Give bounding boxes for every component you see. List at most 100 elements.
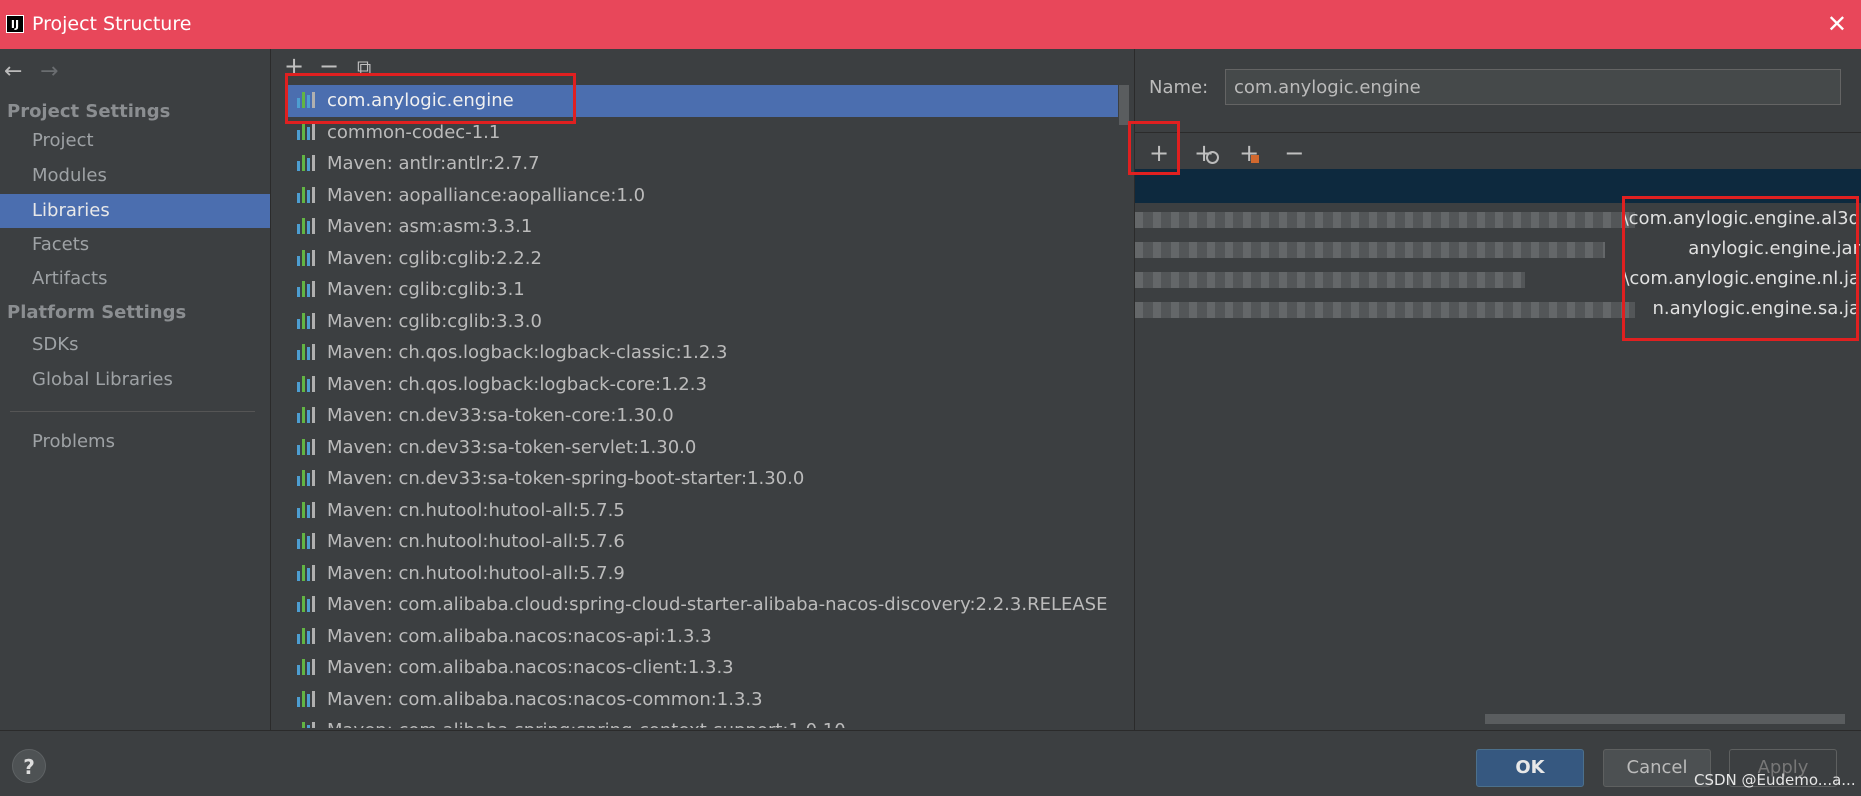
library-item-label: Maven: com.alibaba.spring:spring-context… — [327, 720, 846, 728]
library-root-path[interactable]: \com.anylogic.engine.al3d — [1135, 206, 1861, 236]
library-item-label: Maven: aopalliance:aopalliance:1.0 — [327, 184, 646, 206]
library-item-label: Maven: com.alibaba.nacos:nacos-client:1.… — [327, 657, 734, 678]
root-path-text: \com.anylogic.engine.nl.ja — [1623, 268, 1860, 289]
nav-item-modules[interactable]: Modules — [0, 159, 270, 193]
name-label: Name: — [1149, 77, 1209, 98]
remove-root-button[interactable]: − — [1274, 133, 1314, 173]
library-item[interactable]: Maven: cn.hutool:hutool-all:5.7.5 — [285, 495, 1118, 527]
copy-library-button[interactable]: ⧉ — [349, 52, 379, 82]
library-item[interactable]: Maven: cn.dev33:sa-token-core:1.30.0 — [285, 400, 1118, 432]
library-item[interactable]: Maven: com.alibaba.nacos:nacos-client:1.… — [285, 652, 1118, 684]
library-item[interactable]: Maven: com.alibaba.cloud:spring-cloud-st… — [285, 589, 1118, 621]
library-icon — [297, 312, 317, 329]
library-item[interactable]: Maven: cn.hutool:hutool-all:5.7.6 — [285, 526, 1118, 558]
library-icon — [297, 155, 317, 171]
nav-item-artifacts[interactable]: Artifacts — [0, 262, 270, 296]
library-icon — [297, 596, 317, 612]
library-root-path[interactable]: anylogic.engine.jar — [1135, 236, 1861, 266]
library-item[interactable]: com.anylogic.engine — [285, 85, 1118, 117]
library-icon — [297, 375, 317, 392]
classes-roots-header — [1135, 169, 1861, 203]
library-icon — [297, 281, 317, 297]
library-item-label: Maven: cglib:cglib:2.2.2 — [327, 247, 542, 269]
library-item-label: Maven: cn.dev33:sa-token-spring-boot-sta… — [327, 468, 805, 489]
library-icon — [297, 533, 317, 549]
library-icon — [297, 659, 317, 675]
library-icon — [297, 722, 317, 728]
watermark: CSDN @Eudemo...a... — [1694, 771, 1856, 789]
library-icon — [297, 438, 317, 455]
library-item[interactable]: Maven: cglib:cglib:2.2.2 — [285, 243, 1118, 275]
library-item-label: Maven: cn.dev33:sa-token-servlet:1.30.0 — [327, 436, 697, 458]
library-item[interactable]: Maven: cglib:cglib:3.1 — [285, 274, 1118, 306]
settings-nav: ← → Project Settings Project Modules Lib… — [0, 49, 271, 730]
scrollbar-thumb[interactable] — [1119, 85, 1129, 125]
library-icon — [297, 249, 317, 266]
library-name-input[interactable] — [1225, 69, 1841, 105]
library-item-label: com.anylogic.engine — [327, 90, 514, 111]
roots-horizontal-scrollbar[interactable] — [1485, 714, 1845, 724]
library-item-label: Maven: cglib:cglib:3.3.0 — [327, 310, 542, 332]
library-item[interactable]: Maven: com.alibaba.nacos:nacos-api:1.3.3 — [285, 621, 1118, 653]
library-root-path[interactable]: n.anylogic.engine.sa.ja — [1135, 296, 1861, 326]
globe-badge-icon — [1206, 151, 1220, 164]
nav-item-facets[interactable]: Facets — [0, 228, 270, 262]
add-root-button[interactable]: + — [1139, 133, 1179, 173]
library-item[interactable]: Maven: com.alibaba.nacos:nacos-common:1.… — [285, 684, 1118, 716]
library-item[interactable]: Maven: com.alibaba.spring:spring-context… — [285, 715, 1118, 728]
library-item[interactable]: Maven: asm:asm:3.3.1 — [285, 211, 1118, 243]
library-item-label: Maven: cn.hutool:hutool-all:5.7.6 — [327, 531, 625, 552]
library-icon — [297, 470, 317, 486]
library-item-label: Maven: cn.dev33:sa-token-core:1.30.0 — [327, 405, 674, 426]
library-item-label: Maven: antlr:antlr:2.7.7 — [327, 153, 540, 174]
back-arrow-icon[interactable]: ← — [4, 59, 22, 84]
library-list-scrollbar[interactable] — [1118, 85, 1130, 728]
nav-item-sdks[interactable]: SDKs — [0, 328, 270, 362]
help-button[interactable]: ? — [12, 749, 46, 783]
library-item[interactable]: common-codec-1.1 — [285, 117, 1118, 149]
library-root-path[interactable]: \com.anylogic.engine.nl.ja — [1135, 266, 1861, 296]
title-bar: IJ Project Structure ✕ — [0, 0, 1861, 49]
redacted-path — [1135, 242, 1605, 258]
nav-item-libraries[interactable]: Libraries — [0, 194, 270, 228]
library-toolbar: + − ⧉ — [279, 51, 379, 85]
add-native-library-button[interactable]: + — [1229, 133, 1269, 173]
nav-item-project[interactable]: Project — [0, 124, 270, 158]
forward-arrow-icon[interactable]: → — [40, 59, 58, 84]
nav-item-problems[interactable]: Problems — [0, 425, 270, 459]
redacted-path — [1135, 212, 1635, 228]
library-item[interactable]: Maven: antlr:antlr:2.7.7 — [285, 148, 1118, 180]
library-item[interactable]: Maven: ch.qos.logback:logback-core:1.2.3 — [285, 369, 1118, 401]
library-item[interactable]: Maven: cn.dev33:sa-token-spring-boot-sta… — [285, 463, 1118, 495]
remove-library-button[interactable]: − — [314, 51, 344, 81]
library-item-label: Maven: com.alibaba.nacos:nacos-api:1.3.3 — [327, 625, 712, 647]
close-icon[interactable]: ✕ — [1827, 10, 1847, 38]
dialog-footer: ? OK Cancel Apply CSDN @Eudemo...a... — [0, 730, 1861, 796]
root-path-text: \com.anylogic.engine.al3d — [1622, 208, 1860, 229]
library-item[interactable]: Maven: cn.hutool:hutool-all:5.7.9 — [285, 558, 1118, 590]
library-item-label: Maven: asm:asm:3.3.1 — [327, 216, 533, 237]
root-path-text: anylogic.engine.jar — [1688, 238, 1860, 259]
library-item[interactable]: Maven: ch.qos.logback:logback-classic:1.… — [285, 337, 1118, 369]
library-icon — [297, 564, 317, 581]
project-settings-heading: Project Settings — [7, 101, 171, 122]
library-item-label: Maven: com.alibaba.cloud:spring-cloud-st… — [327, 594, 1108, 615]
library-item-label: Maven: ch.qos.logback:logback-core:1.2.3 — [327, 373, 707, 395]
library-item[interactable]: Maven: cglib:cglib:3.3.0 — [285, 306, 1118, 338]
library-item[interactable]: Maven: cn.dev33:sa-token-servlet:1.30.0 — [285, 432, 1118, 464]
nav-item-global-libraries[interactable]: Global Libraries — [0, 363, 270, 397]
native-badge-icon — [1251, 155, 1260, 163]
library-item[interactable]: Maven: aopalliance:aopalliance:1.0 — [285, 180, 1118, 212]
intellij-app-icon: IJ — [6, 15, 24, 33]
add-jar-directory-button[interactable]: + — [1184, 133, 1224, 173]
library-item-label: Maven: cglib:cglib:3.1 — [327, 279, 525, 300]
library-icon — [297, 92, 317, 108]
redacted-path — [1135, 272, 1525, 288]
platform-settings-heading: Platform Settings — [7, 302, 187, 323]
library-icon — [297, 407, 317, 423]
nav-divider — [10, 411, 255, 412]
add-library-button[interactable]: + — [279, 51, 309, 81]
ok-button[interactable]: OK — [1476, 749, 1584, 787]
window-title: Project Structure — [32, 13, 192, 35]
library-icon — [297, 627, 317, 644]
